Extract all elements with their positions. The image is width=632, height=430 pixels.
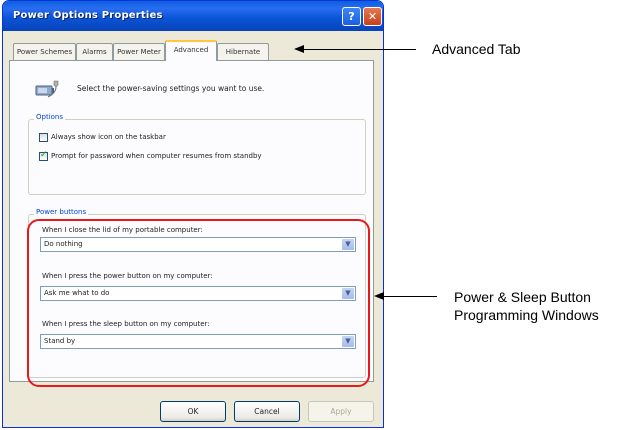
window-title: Power Options Properties bbox=[13, 10, 163, 21]
always-show-icon-checkbox[interactable] bbox=[39, 133, 48, 142]
intro-text: Select the power-saving settings you wan… bbox=[77, 84, 265, 93]
help-button[interactable]: ? bbox=[342, 7, 361, 26]
tab-power-schemes[interactable]: Power Schemes bbox=[13, 43, 76, 60]
options-group-label: Options bbox=[34, 113, 66, 121]
power-sleep-highlight bbox=[27, 219, 370, 387]
close-button[interactable]: ✕ bbox=[363, 7, 382, 26]
power-sleep-annotation-line1: Power & Sleep Button bbox=[454, 289, 591, 305]
checkmark-icon: ✓ bbox=[40, 150, 48, 160]
power-sleep-callout-line bbox=[383, 296, 437, 297]
power-sleep-annotation-line2: Programming Windows bbox=[454, 307, 599, 323]
tab-alarms[interactable]: Alarms bbox=[76, 43, 113, 60]
battery-plug-icon bbox=[35, 80, 59, 98]
title-bar[interactable]: Power Options Properties ? ✕ bbox=[3, 1, 383, 31]
advanced-tab-annotation: Advanced Tab bbox=[432, 41, 521, 57]
prompt-password-checkbox[interactable]: ✓ bbox=[39, 150, 48, 161]
apply-button[interactable]: Apply bbox=[308, 401, 374, 422]
tab-hibernate[interactable]: Hibernate bbox=[217, 43, 269, 60]
cancel-button[interactable]: Cancel bbox=[234, 401, 300, 422]
always-show-icon-label: Always show icon on the taskbar bbox=[51, 133, 166, 141]
power-buttons-group-label: Power buttons bbox=[34, 208, 89, 216]
advanced-tab-callout-line bbox=[303, 49, 416, 50]
tab-advanced[interactable]: Advanced bbox=[165, 40, 217, 61]
ok-button[interactable]: OK bbox=[160, 401, 226, 422]
tab-power-meter[interactable]: Power Meter bbox=[113, 43, 165, 60]
prompt-password-label: Prompt for password when computer resume… bbox=[51, 152, 262, 160]
